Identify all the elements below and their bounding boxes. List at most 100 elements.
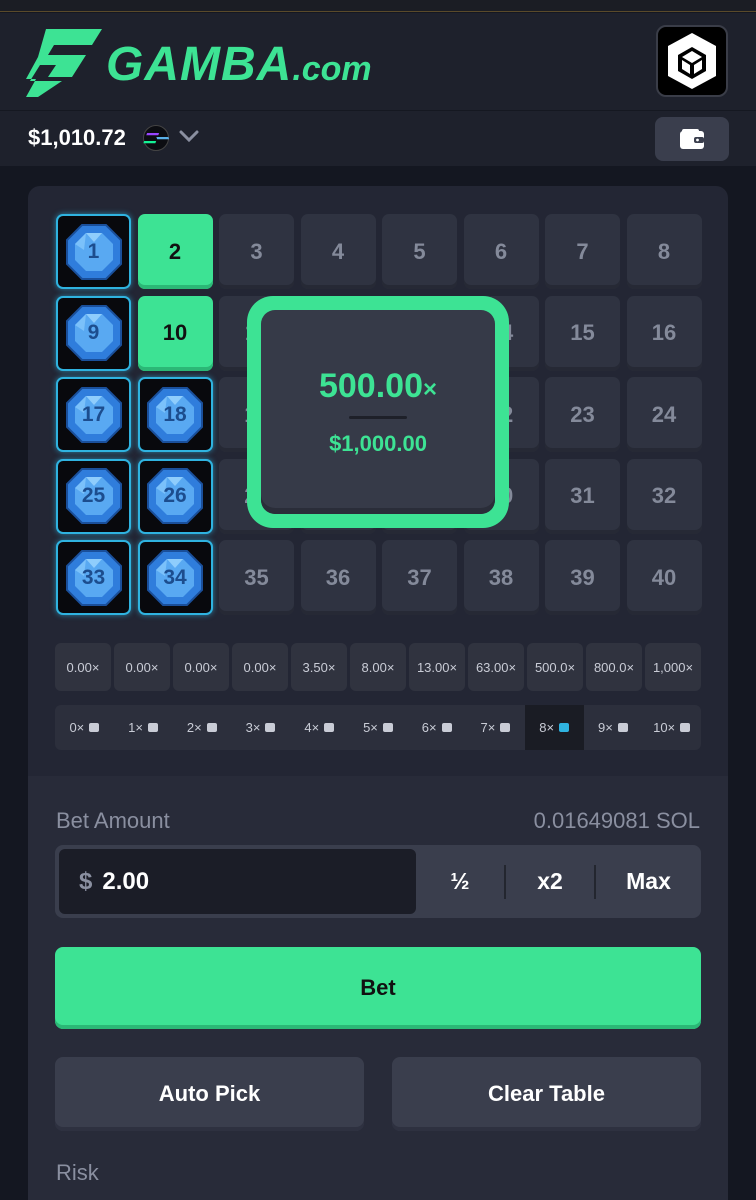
bet-amount-value: 2.00 [102, 867, 150, 895]
max-button[interactable]: Max [596, 845, 701, 918]
grid-tile-7[interactable]: 7 [545, 214, 620, 289]
tile-number: 9 [87, 321, 100, 344]
brand-logo[interactable]: GAMBA.com [26, 27, 376, 99]
tile-number: 26 [163, 484, 187, 507]
result-win-amount: $1,000.00 [329, 431, 427, 456]
grid-tile-3[interactable]: 3 [219, 214, 294, 289]
payout-chip: 800.0× [586, 643, 642, 691]
grid-tile-4[interactable]: 4 [300, 214, 376, 289]
grid-tile-37[interactable]: 37 [382, 540, 457, 615]
payout-chip: 0.00× [114, 643, 170, 691]
double-button[interactable]: x2 [506, 845, 594, 918]
payout-chip: 500.0× [527, 643, 583, 691]
bet-amount-label: Bet Amount [56, 808, 170, 833]
grid-tile-34[interactable]: 34 [137, 540, 213, 615]
grid-tile-6[interactable]: 6 [463, 214, 539, 289]
gem-icon [324, 723, 335, 732]
avatar[interactable] [656, 25, 728, 97]
app-header: GAMBA.com [0, 13, 756, 110]
result-divider [349, 416, 407, 419]
hits-cell: 5× [349, 705, 408, 750]
bet-button[interactable]: Bet [55, 947, 701, 1029]
hits-cell: 9× [584, 705, 643, 750]
wallet-button[interactable] [655, 117, 729, 161]
tile-number: 18 [163, 402, 187, 426]
currency-symbol: $ [79, 867, 93, 895]
grid-tile-2[interactable]: 2 [137, 214, 213, 289]
payout-chip: 0.00× [173, 643, 229, 691]
hits-cell: 0× [55, 705, 114, 750]
gem-icon [206, 723, 217, 732]
payout-chip: 8.00× [350, 643, 406, 691]
grid-tile-26[interactable]: 26 [137, 458, 213, 534]
grid-tile-23[interactable]: 23 [545, 377, 620, 452]
payout-chip: 63.00× [468, 643, 524, 691]
grid-tile-16[interactable]: 16 [626, 295, 702, 371]
grid-tile-40[interactable]: 40 [626, 540, 702, 615]
bet-amount-input[interactable]: $ 2.00 [59, 849, 416, 914]
tile-number: 33 [81, 565, 106, 589]
gem-icon [147, 723, 158, 732]
grid-tile-5[interactable]: 5 [382, 214, 457, 289]
grid-tile-39[interactable]: 39 [545, 540, 620, 615]
payout-chip: 0.00× [55, 643, 111, 691]
grid-tile-33[interactable]: 33 [56, 540, 131, 615]
gem-icon [441, 723, 452, 732]
tile-number: 1 [87, 239, 100, 263]
grid-tile-35[interactable]: 35 [219, 540, 294, 615]
gem-icon [500, 723, 511, 732]
gem-icon [680, 723, 691, 732]
hits-label: 6× [421, 720, 437, 735]
grid-tile-25[interactable]: 25 [56, 458, 131, 534]
grid-tile-10[interactable]: 10 [137, 295, 213, 371]
clear-table-button[interactable]: Clear Table [392, 1057, 701, 1131]
gem-icon [617, 723, 628, 732]
hits-label: 9× [597, 720, 613, 735]
balance-amount[interactable]: $1,010.72 [28, 125, 126, 151]
hits-label: 3× [245, 720, 261, 735]
risk-label: Risk [56, 1160, 99, 1185]
gem-icon [265, 723, 276, 732]
hits-label: 2× [186, 720, 202, 735]
grid-tile-8[interactable]: 8 [626, 214, 702, 289]
hits-cell: 8× [524, 705, 584, 750]
balance-bar: $1,010.72 [0, 110, 756, 166]
hits-label: 0× [69, 720, 85, 735]
grid-tile-38[interactable]: 38 [463, 540, 539, 615]
grid-tile-15[interactable]: 15 [545, 295, 620, 371]
bet-amount-row: $ 2.00 ½ x2 Max [55, 845, 701, 918]
payout-row: 0.00× 0.00× 0.00× 0.00× 3.50× 8.00× 13.00× 63.0… [55, 643, 701, 691]
hits-cell: 1× [114, 705, 173, 750]
grid-tile-17[interactable]: 17 [56, 377, 131, 452]
top-strip [0, 0, 756, 12]
hits-cell: 6× [407, 705, 466, 750]
chevron-down-icon[interactable] [178, 125, 200, 147]
gem-icon [382, 723, 393, 732]
grid-tile-24[interactable]: 24 [626, 377, 702, 452]
grid-tile-32[interactable]: 32 [626, 458, 702, 534]
gem-icon [89, 723, 100, 732]
avatar-cube-icon [668, 33, 716, 89]
auto-pick-button[interactable]: Auto Pick [55, 1057, 364, 1131]
grid-tile-9[interactable]: 9 [56, 295, 131, 371]
result-modal: 500.00× $1,000.00 [247, 296, 509, 528]
solana-icon [143, 125, 169, 151]
grid-tile-36[interactable]: 36 [300, 540, 376, 615]
hits-row: 0× 1× 2× 3× 4× 5× 6× 7× 8× 9× 10× [55, 705, 701, 750]
grid-tile-1[interactable]: 1 [56, 214, 131, 289]
brand-name: GAMBA [106, 38, 293, 91]
hits-label: 1× [128, 720, 143, 735]
hits-label: 4× [304, 720, 320, 735]
hits-cell: 3× [231, 705, 290, 750]
tile-number: 17 [81, 402, 106, 426]
result-multiplier: 500.00× [318, 367, 437, 405]
gem-icon [559, 723, 570, 732]
half-button[interactable]: ½ [416, 845, 504, 918]
payout-chip: 3.50× [291, 643, 347, 691]
payout-chip: 0.00× [232, 643, 288, 691]
tile-number: 25 [81, 484, 106, 507]
hits-cell: 2× [172, 705, 231, 750]
hits-label: 7× [480, 720, 496, 735]
grid-tile-31[interactable]: 31 [545, 458, 620, 534]
grid-tile-18[interactable]: 18 [137, 377, 213, 452]
